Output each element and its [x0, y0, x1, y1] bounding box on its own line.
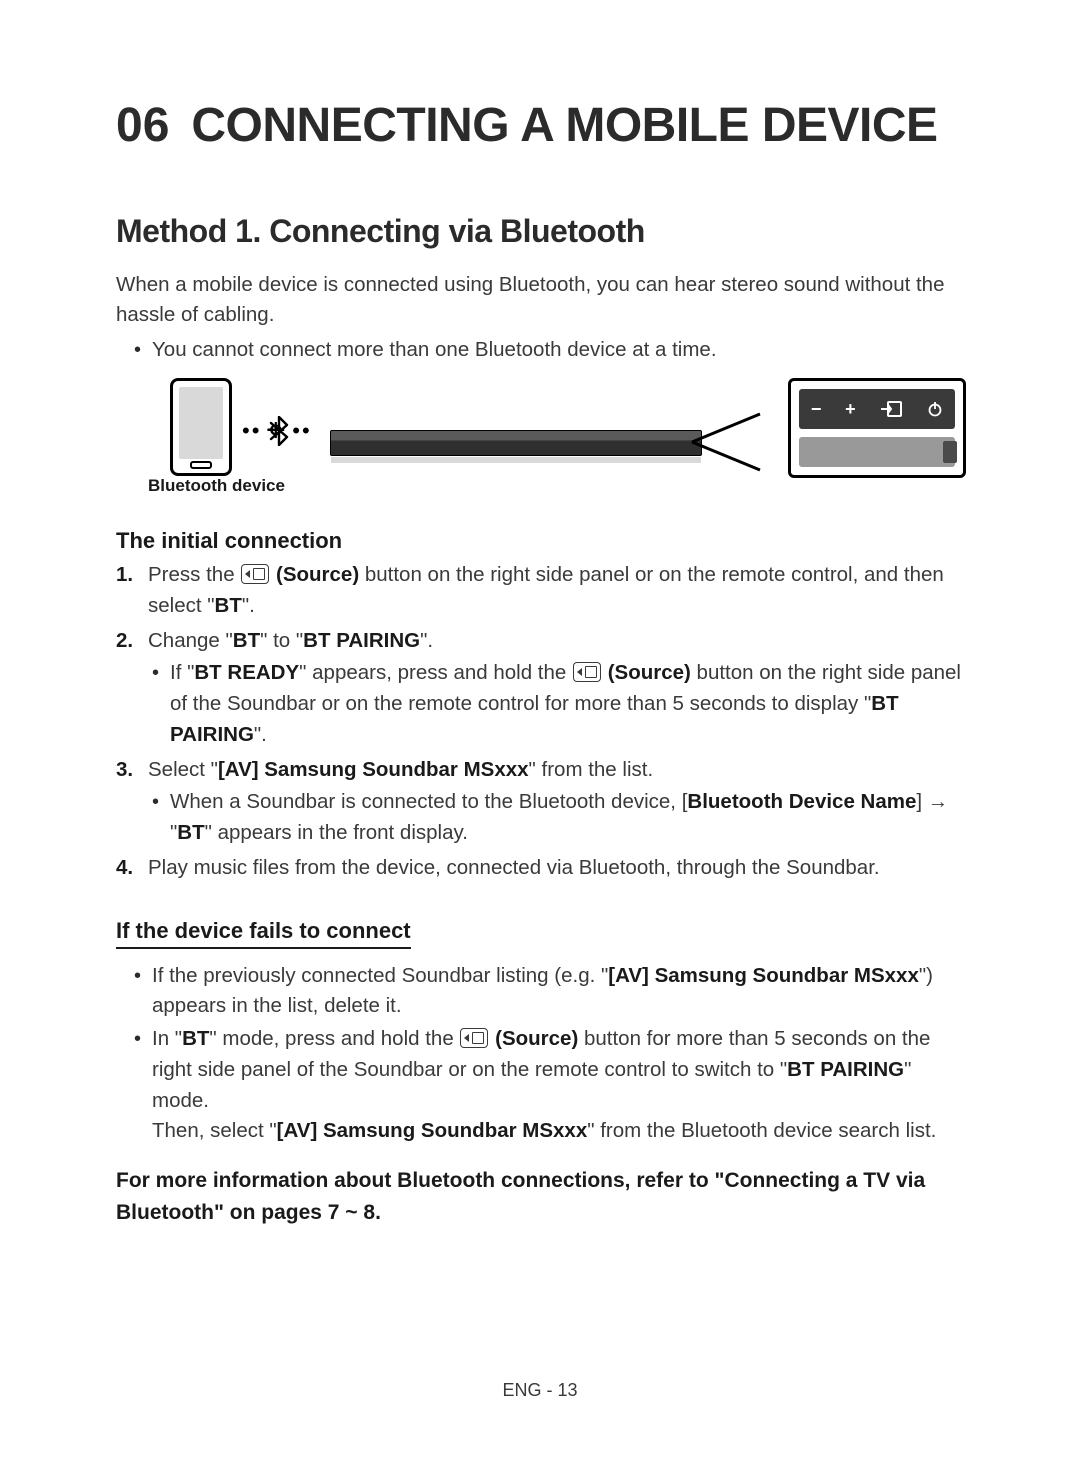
- panel-base-icon: [799, 437, 955, 467]
- panel-button-row: − +: [799, 389, 955, 429]
- source-icon: [573, 662, 601, 682]
- fails-list: If the previously connected Soundbar lis…: [130, 961, 966, 1148]
- intro-text: When a mobile device is connected using …: [116, 270, 966, 329]
- more-info-note: For more information about Bluetooth con…: [116, 1165, 966, 1228]
- fails-item-1: If the previously connected Soundbar lis…: [130, 961, 966, 1023]
- step-2: Change "BT" to "BT PAIRING". If "BT READ…: [116, 626, 966, 751]
- step-3-sub: When a Soundbar is connected to the Blue…: [148, 787, 966, 849]
- initial-connection-heading: The initial connection: [116, 528, 966, 554]
- step-4: Play music files from the device, connec…: [116, 853, 966, 884]
- chapter-number: 06: [116, 99, 169, 152]
- manual-page: 06 CONNECTING A MOBILE DEVICE Method 1. C…: [0, 0, 1080, 1479]
- soundbar-icon: [330, 430, 702, 456]
- source-icon: [460, 1028, 488, 1048]
- chapter-title: CONNECTING A MOBILE DEVICE: [191, 99, 937, 152]
- phone-icon: [170, 378, 232, 476]
- minus-button-icon: −: [811, 399, 822, 420]
- bluetooth-signal-icon: •• ⌖ ••: [242, 414, 312, 448]
- fails-heading: If the device fails to connect: [116, 918, 411, 949]
- chapter-heading: 06 CONNECTING A MOBILE DEVICE: [116, 98, 966, 153]
- bluetooth-icon: [268, 416, 290, 446]
- initial-steps: Press the (Source) button on the right s…: [116, 560, 966, 884]
- diagram-caption: Bluetooth device: [148, 476, 285, 496]
- bluetooth-diagram: •• ⌖ •• − +: [130, 378, 966, 498]
- step-1: Press the (Source) button on the right s…: [116, 560, 966, 622]
- source-icon: [241, 564, 269, 584]
- soundbar-side-panel-icon: − +: [788, 378, 966, 478]
- section-heading: Method 1. Connecting via Bluetooth: [116, 213, 966, 250]
- fails-item-2: In "BT" mode, press and hold the (Source…: [130, 1024, 966, 1147]
- step-2-sub: If "BT READY" appears, press and hold th…: [148, 658, 966, 750]
- step-3-sub-item: When a Soundbar is connected to the Blue…: [148, 787, 966, 849]
- limitation-list: You cannot connect more than one Bluetoo…: [130, 335, 966, 366]
- source-button-icon: [879, 400, 903, 418]
- plus-button-icon: +: [845, 399, 856, 420]
- power-button-icon: [927, 401, 943, 417]
- step-2-sub-item: If "BT READY" appears, press and hold th…: [148, 658, 966, 750]
- limitation-item: You cannot connect more than one Bluetoo…: [130, 335, 966, 366]
- step-3: Select "[AV] Samsung Soundbar MSxxx" fro…: [116, 755, 966, 849]
- page-footer: ENG - 13: [0, 1380, 1080, 1401]
